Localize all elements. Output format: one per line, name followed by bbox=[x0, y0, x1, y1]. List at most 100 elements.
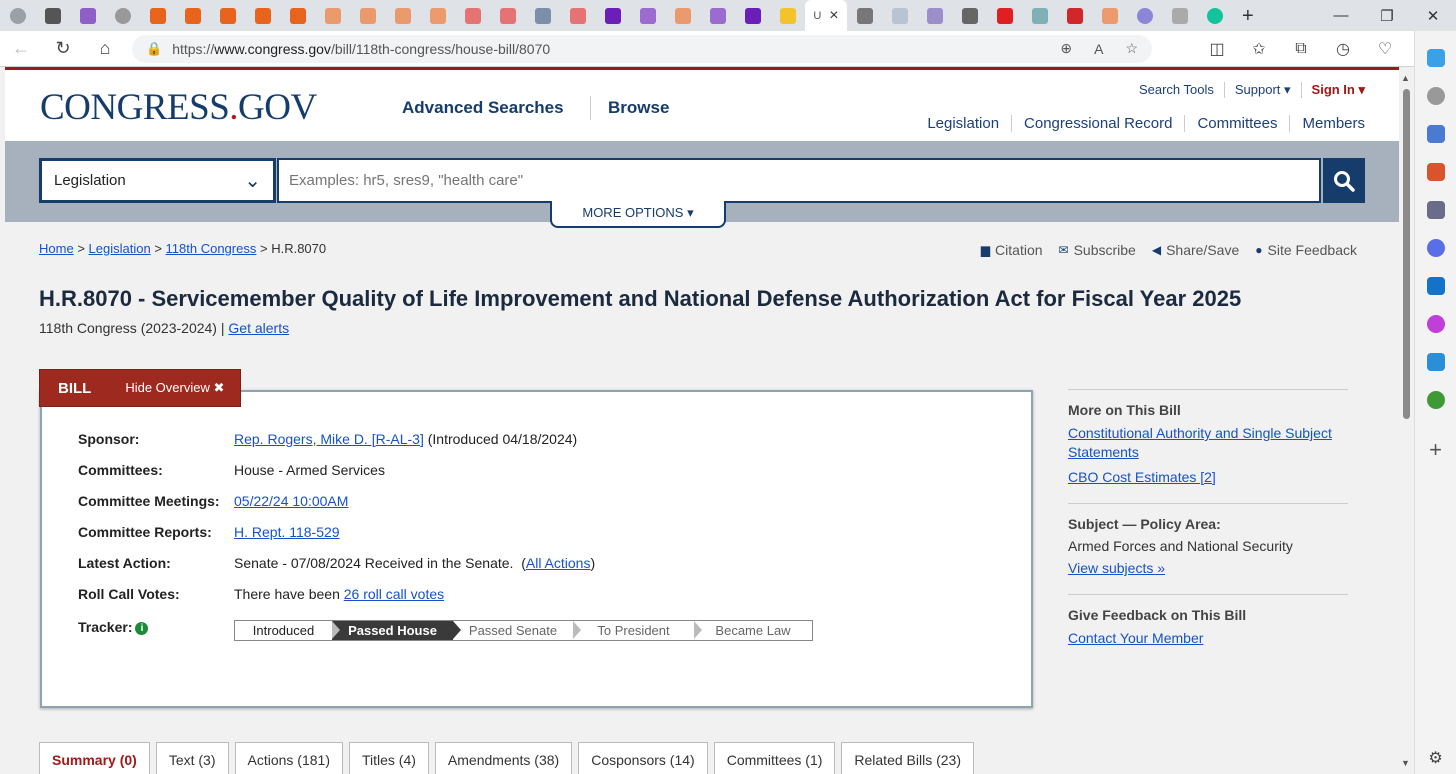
support-link[interactable]: Support ▾ bbox=[1223, 82, 1301, 98]
nav-legislation[interactable]: Legislation bbox=[915, 115, 1011, 132]
tab-substack-icon[interactable] bbox=[185, 7, 201, 24]
tab-mail-icon[interactable] bbox=[927, 7, 943, 24]
favorite-star-icon[interactable]: ☆ bbox=[1125, 40, 1138, 57]
tab-l-icon[interactable] bbox=[535, 7, 551, 24]
history-icon[interactable]: ◷ bbox=[1322, 39, 1364, 59]
breadcrumb-congress[interactable]: 118th Congress bbox=[166, 241, 257, 256]
tab-yahoo-icon[interactable] bbox=[640, 7, 656, 24]
zoom-icon[interactable]: ⊕ bbox=[1060, 40, 1072, 57]
telegram-icon[interactable] bbox=[1426, 353, 1445, 371]
tools-icon[interactable] bbox=[1426, 163, 1445, 181]
constitutional-authority-link[interactable]: Constitutional Authority and Single Subj… bbox=[1068, 424, 1348, 462]
close-window-icon[interactable]: ✕ bbox=[1410, 7, 1456, 25]
sign-in-link[interactable]: Sign In ▾ bbox=[1300, 82, 1365, 98]
tab-norton-icon[interactable] bbox=[780, 7, 796, 24]
home-icon[interactable]: ⌂ bbox=[84, 38, 126, 59]
scroll-thumb[interactable] bbox=[1403, 89, 1410, 419]
copilot-icon[interactable] bbox=[1426, 49, 1445, 67]
tab-active-congress[interactable]: U × bbox=[805, 0, 847, 31]
search-tools-link[interactable]: Search Tools bbox=[1129, 82, 1224, 98]
tab-substack-icon[interactable] bbox=[675, 7, 691, 24]
more-options-button[interactable]: MORE OPTIONS ▾ bbox=[550, 201, 726, 228]
designer-icon[interactable] bbox=[1426, 315, 1445, 333]
back-icon[interactable]: ← bbox=[0, 38, 42, 59]
tab-cosponsors[interactable]: Cosponsors (14) bbox=[578, 742, 708, 774]
tab-substack-icon[interactable] bbox=[430, 7, 446, 24]
meetings-link[interactable]: 05/22/24 10:00AM bbox=[234, 493, 348, 509]
tab-titles[interactable]: Titles (4) bbox=[348, 742, 429, 774]
advanced-searches-link[interactable]: Advanced Searches bbox=[402, 98, 564, 118]
scroll-up-icon[interactable]: ▲ bbox=[1401, 73, 1410, 83]
tab-substack-icon[interactable] bbox=[1102, 7, 1118, 24]
congress-gov-logo[interactable]: CONGRESS.GOV bbox=[40, 86, 317, 129]
info-icon[interactable]: i bbox=[135, 622, 149, 635]
tab-close-icon[interactable]: × bbox=[829, 7, 838, 25]
tab-dr-icon[interactable] bbox=[962, 7, 978, 24]
office-icon[interactable] bbox=[1426, 239, 1445, 257]
favorites-icon[interactable]: ✩ bbox=[1238, 39, 1280, 59]
tab-amendments[interactable]: Amendments (38) bbox=[434, 742, 573, 774]
split-screen-icon[interactable]: ◫ bbox=[1196, 39, 1238, 59]
tab-actions-icon[interactable] bbox=[45, 7, 61, 24]
extensions-icon[interactable]: ♡ bbox=[1364, 39, 1406, 59]
shopping-tag-icon[interactable] bbox=[1426, 125, 1445, 143]
outlook-icon[interactable] bbox=[1426, 277, 1445, 295]
tab-image-icon[interactable] bbox=[1032, 7, 1048, 24]
breadcrumb-legislation[interactable]: Legislation bbox=[89, 241, 151, 256]
all-actions-link[interactable]: All Actions bbox=[526, 555, 591, 571]
lock-icon[interactable]: 🔒 bbox=[146, 41, 162, 57]
tab-yahoo-icon[interactable] bbox=[80, 7, 96, 24]
minimize-icon[interactable]: — bbox=[1318, 7, 1364, 24]
tab-youtube-icon[interactable] bbox=[500, 7, 516, 24]
nav-committees[interactable]: Committees bbox=[1184, 115, 1289, 132]
nav-congressional-record[interactable]: Congressional Record bbox=[1011, 115, 1184, 132]
tab-yahoo-icon[interactable] bbox=[745, 7, 761, 24]
citation-link[interactable]: ▆ Citation bbox=[981, 242, 1043, 258]
sponsor-link[interactable]: Rep. Rogers, Mike D. [R-AL-3] bbox=[234, 431, 424, 447]
search-input[interactable] bbox=[277, 158, 1321, 203]
subscribe-link[interactable]: ✉ Subscribe bbox=[1059, 242, 1136, 258]
tree-icon[interactable] bbox=[1426, 391, 1445, 409]
tab-substack-icon[interactable] bbox=[325, 7, 341, 24]
restore-icon[interactable]: ❐ bbox=[1364, 7, 1410, 25]
tab-youtube-icon[interactable] bbox=[570, 7, 586, 24]
address-field[interactable]: 🔒 https://www.congress.gov/bill/118th-co… bbox=[132, 34, 1152, 63]
games-icon[interactable] bbox=[1426, 201, 1445, 219]
reports-link[interactable]: H. Rept. 118-529 bbox=[234, 524, 340, 540]
tab-substack-icon[interactable] bbox=[395, 7, 411, 24]
settings-gear-icon[interactable]: ⚙ bbox=[1428, 748, 1442, 768]
browse-link[interactable]: Browse bbox=[608, 98, 669, 118]
tab-grammarly-icon[interactable] bbox=[1207, 7, 1223, 24]
view-subjects-link[interactable]: View subjects » bbox=[1068, 559, 1348, 578]
contact-member-link[interactable]: Contact Your Member bbox=[1068, 629, 1348, 648]
tab-yahoo-icon[interactable] bbox=[605, 7, 621, 24]
tab-wiki-icon[interactable] bbox=[892, 7, 908, 24]
tab-youtube-icon[interactable] bbox=[465, 7, 481, 24]
tab-reddit-icon[interactable] bbox=[1067, 7, 1083, 24]
tab-text[interactable]: Text (3) bbox=[155, 742, 229, 774]
tab-substack-icon[interactable] bbox=[255, 7, 271, 24]
get-alerts-link[interactable]: Get alerts bbox=[228, 320, 289, 336]
search-sidebar-icon[interactable] bbox=[1426, 87, 1445, 105]
scroll-down-icon[interactable]: ▼ bbox=[1401, 758, 1410, 768]
tab-summary[interactable]: Summary (0) bbox=[39, 742, 150, 774]
profile-icon[interactable] bbox=[10, 7, 26, 24]
search-button[interactable] bbox=[1323, 158, 1365, 203]
share-save-link[interactable]: ◀ Share/Save bbox=[1152, 242, 1239, 258]
tab-actions[interactable]: Actions (181) bbox=[234, 742, 343, 774]
page-scrollbar[interactable]: ▲ ▼ bbox=[1399, 67, 1414, 774]
tab-history-icon[interactable] bbox=[115, 7, 131, 24]
tab-related-bills[interactable]: Related Bills (23) bbox=[841, 742, 974, 774]
collection-select[interactable]: Legislation ⌄ bbox=[39, 158, 276, 203]
tab-substack-icon[interactable] bbox=[360, 7, 376, 24]
tab-x-icon[interactable] bbox=[857, 7, 873, 24]
tab-youtube-icon[interactable] bbox=[997, 7, 1013, 24]
add-sidebar-app-icon[interactable]: + bbox=[1429, 437, 1442, 463]
hide-overview-button[interactable]: Hide Overview ✖ bbox=[109, 380, 224, 396]
read-aloud-icon[interactable]: A bbox=[1094, 41, 1103, 57]
tab-yahoo-icon[interactable] bbox=[710, 7, 726, 24]
tab-substack-icon[interactable] bbox=[150, 7, 166, 24]
nav-members[interactable]: Members bbox=[1289, 115, 1365, 132]
site-feedback-link[interactable]: ● Site Feedback bbox=[1255, 242, 1357, 258]
tab-substack-icon[interactable] bbox=[220, 7, 236, 24]
